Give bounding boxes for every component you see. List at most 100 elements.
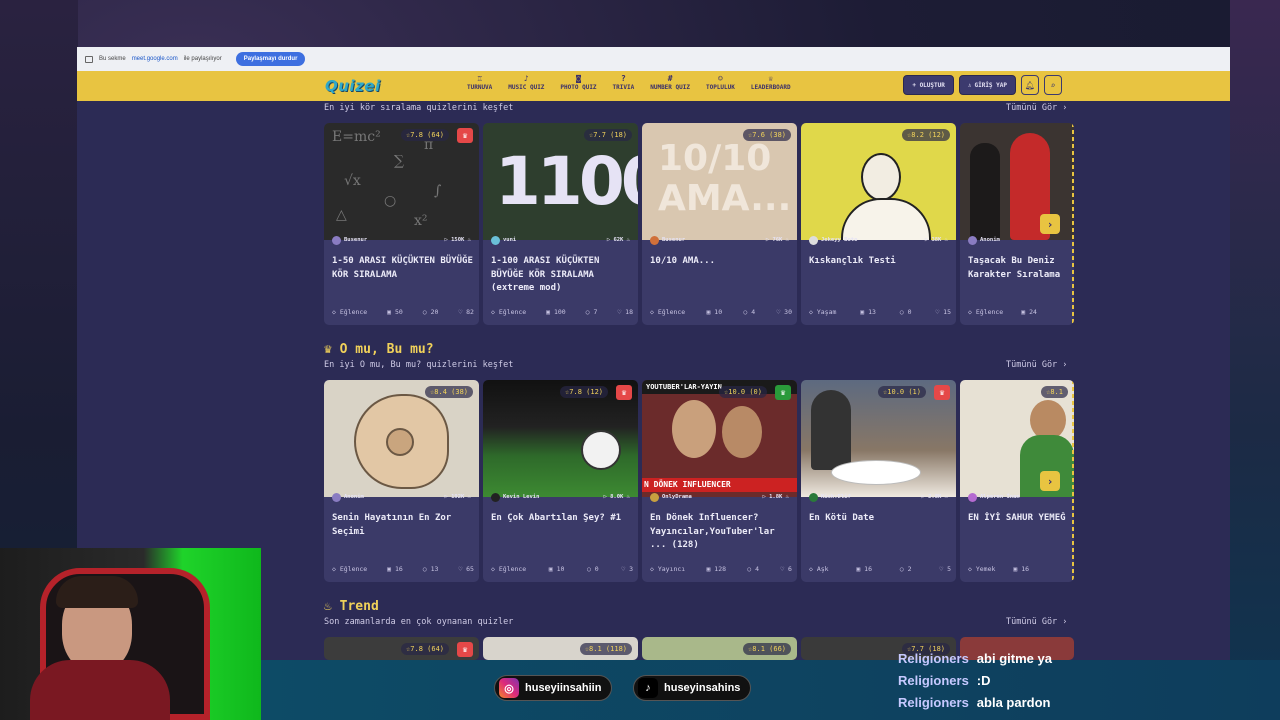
section-subtitle: En iyi kör sıralama quizlerini keşfet [324,103,514,113]
stream-background-right [1230,0,1280,720]
quiz-card[interactable]: ☆10.0 (1) ♛ Kick:Elif ▷ 2.8K ♨ En Kötü Da… [801,380,956,582]
rating-badge: ☆7.8 (64) [401,129,449,141]
rating-badge: ☆8.1 (118) [579,643,632,655]
category-label: ◇ Eğlence [332,308,368,316]
avatar [332,492,341,502]
share-text-suffix: ile paylaşılıyor [183,56,222,62]
card-meta: Anonim [960,232,1074,248]
section-subtitle: En iyi O mu, Bu mu? quizlerini keşfet [324,360,514,370]
quiz-card[interactable]: 10/10 AMA... ☆7.6 (38) Busenur ▷ 76K ♨ 10/… [642,123,797,325]
quiz-title[interactable]: En Dönek Influencer? Yayıncılar,YouTuber… [650,512,792,553]
top-navbar: Quizei ♖ TURNUVA ♪ MUSIC QUIZ ◙ PHOTO QUIZ … [77,71,1230,101]
nav-item-topluluk[interactable]: ☺ TOPLULUK [698,74,743,91]
comment-count: ○ 20 [422,308,439,316]
rating-badge: ☆7.6 (38) [743,129,791,141]
quiz-title[interactable]: EN İYİ SAHUR YEMEĞ [968,512,1074,526]
stop-sharing-button[interactable]: Paylaşmayı durdur [235,52,306,66]
section-subtitle: Son zamanlarda en çok oynanan quizler [324,617,514,627]
see-all-link[interactable]: Tümünü Gör › [1006,617,1067,627]
avatar [809,492,818,502]
nav-label: TURNUVA [467,84,493,91]
quiz-title[interactable]: En Kötü Date [809,512,951,526]
quiz-thumbnail: YOUTUBER'LAR-YAYIN N DÖNEK INFLUENCER [642,380,797,497]
quiz-card[interactable]: ☆7.8 (12) ♛ Kevin Levin ▷ 8.0K ♨ En Çok A… [483,380,638,582]
author-name[interactable]: Anonim [344,494,364,500]
author-name[interactable]: Anonim [980,237,1000,243]
play-count: ▷ 1.8K ♨ [762,494,790,500]
author-name[interactable]: Kevin Levin [503,494,539,500]
hash-icon: # [667,74,673,83]
author-name[interactable]: Jekeyy Boto [821,237,857,243]
play-count: ▷ 8.0K ♨ [603,494,631,500]
quiz-title[interactable]: Kıskançlık Testi [809,255,951,269]
create-button[interactable]: + OLUŞTUR [903,75,954,95]
crown-icon: ♛ [775,385,791,400]
play-count: ▷ 62K ♨ [606,237,630,243]
card-meta: OnlyDrama ▷ 1.8K ♨ [642,489,797,505]
quiz-title[interactable]: Taşacak Bu Deniz Karakter Sıralama [968,255,1074,282]
nav-item-photo-quiz[interactable]: ◙ PHOTO QUIZ [552,74,604,91]
fire-icon: ♨ [324,599,332,614]
rating-badge: ☆8.1 [1041,386,1068,398]
nav-item-music-quiz[interactable]: ♪ MUSIC QUIZ [500,74,552,91]
quiz-card[interactable]: Anonim Taşacak Bu Deniz Karakter Sıralam… [960,123,1074,325]
see-all-link[interactable]: Tümünü Gör › [1006,103,1067,113]
author-name[interactable]: Busenur [344,237,367,243]
author-name[interactable]: vuni [503,237,516,243]
nav-item-turnuva[interactable]: ♖ TURNUVA [459,74,500,91]
quiz-card[interactable]: E=mc² ∑ π √x ○ ∫ △ x² ☆7.8 (64) ♛ Busenur ▷ 15… [324,123,479,325]
card-meta: Busenur ▷ 76K ♨ [642,232,797,248]
quiz-title[interactable]: 1-100 ARASI KÜÇÜKTEN BÜYÜĞE KÖR SIRALAMA… [491,255,633,296]
chat-username: Religioners [898,673,969,688]
scroll-right-button[interactable]: › [1040,471,1060,491]
quiz-card[interactable]: 1100 ☆7.7 (18) vuni ▷ 62K ♨ 1-100 ARASI K… [483,123,638,325]
rating-badge: ☆8.4 (38) [425,386,473,398]
share-text-prefix: Bu sekme [99,56,126,62]
quiz-card[interactable]: ☆8.1 (66) [642,637,797,660]
search-button[interactable]: ⌕ [1044,75,1062,95]
share-link[interactable]: meet.google.com [132,56,178,62]
nav-item-leaderboard[interactable]: ♕ LEADERBOARD [743,74,799,91]
author-name[interactable]: Busenur [662,237,685,243]
card-meta: Kick:Elif ▷ 2.8K ♨ [801,489,956,505]
scroll-right-button[interactable]: › [1040,214,1060,234]
crown-icon: ♛ [934,385,950,400]
login-button[interactable]: ♙ GİRİŞ YAP [958,75,1016,95]
share-tab-icon [85,55,93,63]
quiz-title[interactable]: En Çok Abartılan Şey? #1 [491,512,633,526]
quiz-title[interactable]: Senin Hayatının En Zor Seçimi [332,512,474,539]
quiz-card[interactable]: ☆8.1 (118) [483,637,638,660]
thumb-number-text: 1100 [495,143,638,220]
instagram-badge: ◎ huseyiinsahiin [494,675,613,701]
see-all-link[interactable]: Tümünü Gör › [1006,360,1067,370]
crown-icon: ♛ [616,385,632,400]
quiz-card[interactable]: ☆8.4 (38) Anonim ▷ 192K ♨ Senin Hayatının… [324,380,479,582]
avatar [968,492,977,502]
chat-text: :D [976,673,991,688]
quiz-title[interactable]: 10/10 AMA... [650,255,792,269]
rating-badge: ☆7.8 (64) [401,643,449,655]
quiz-card[interactable]: YOUTUBER'LAR-YAYIN N DÖNEK INFLUENCER ☆1… [642,380,797,582]
nav-label: MUSIC QUIZ [508,84,545,91]
author-name[interactable]: OnlyDrama [662,494,692,500]
crown-icon: ♕ [768,74,774,83]
quiz-card[interactable]: ☆7.8 (64) ♛ [324,637,479,660]
quiz-card[interactable]: ☆8.1 Alperen İnan EN İYİ SAHUR YEMEĞ ◇ Y… [960,380,1074,582]
author-name[interactable]: Alperen İnan [980,494,1020,500]
quiz-title[interactable]: 1-50 ARASI KÜÇÜKTEN BÜYÜĞE KÖR SIRALAMA [332,255,474,282]
rating-badge: ☆10.0 (0) [719,386,767,398]
nav-item-number-quiz[interactable]: # NUMBER QUIZ [642,74,698,91]
like-count: ♡ 82 [458,308,474,316]
notification-button[interactable]: 🔔︎ [1021,75,1039,95]
author-name[interactable]: Kick:Elif [821,494,851,500]
site-logo[interactable]: Quizei [325,77,381,95]
play-count: ▷ 38K ♨ [924,237,948,243]
bell-icon: 🔔︎ [1024,80,1036,90]
card-footer: ◇ Eğlence ▣ 100 ○ 7 ♡ 18 [491,308,633,316]
avatar [650,235,659,245]
nav-label: TOPLULUK [705,84,735,91]
play-count: ▷ 2.8K ♨ [921,494,949,500]
nav-item-trivia[interactable]: ? TRIVIA [605,74,643,91]
quiz-card[interactable]: ☆8.2 (12) Jekeyy Boto ▷ 38K ♨ Kıskançlık … [801,123,956,325]
nav-label: PHOTO QUIZ [560,84,597,91]
